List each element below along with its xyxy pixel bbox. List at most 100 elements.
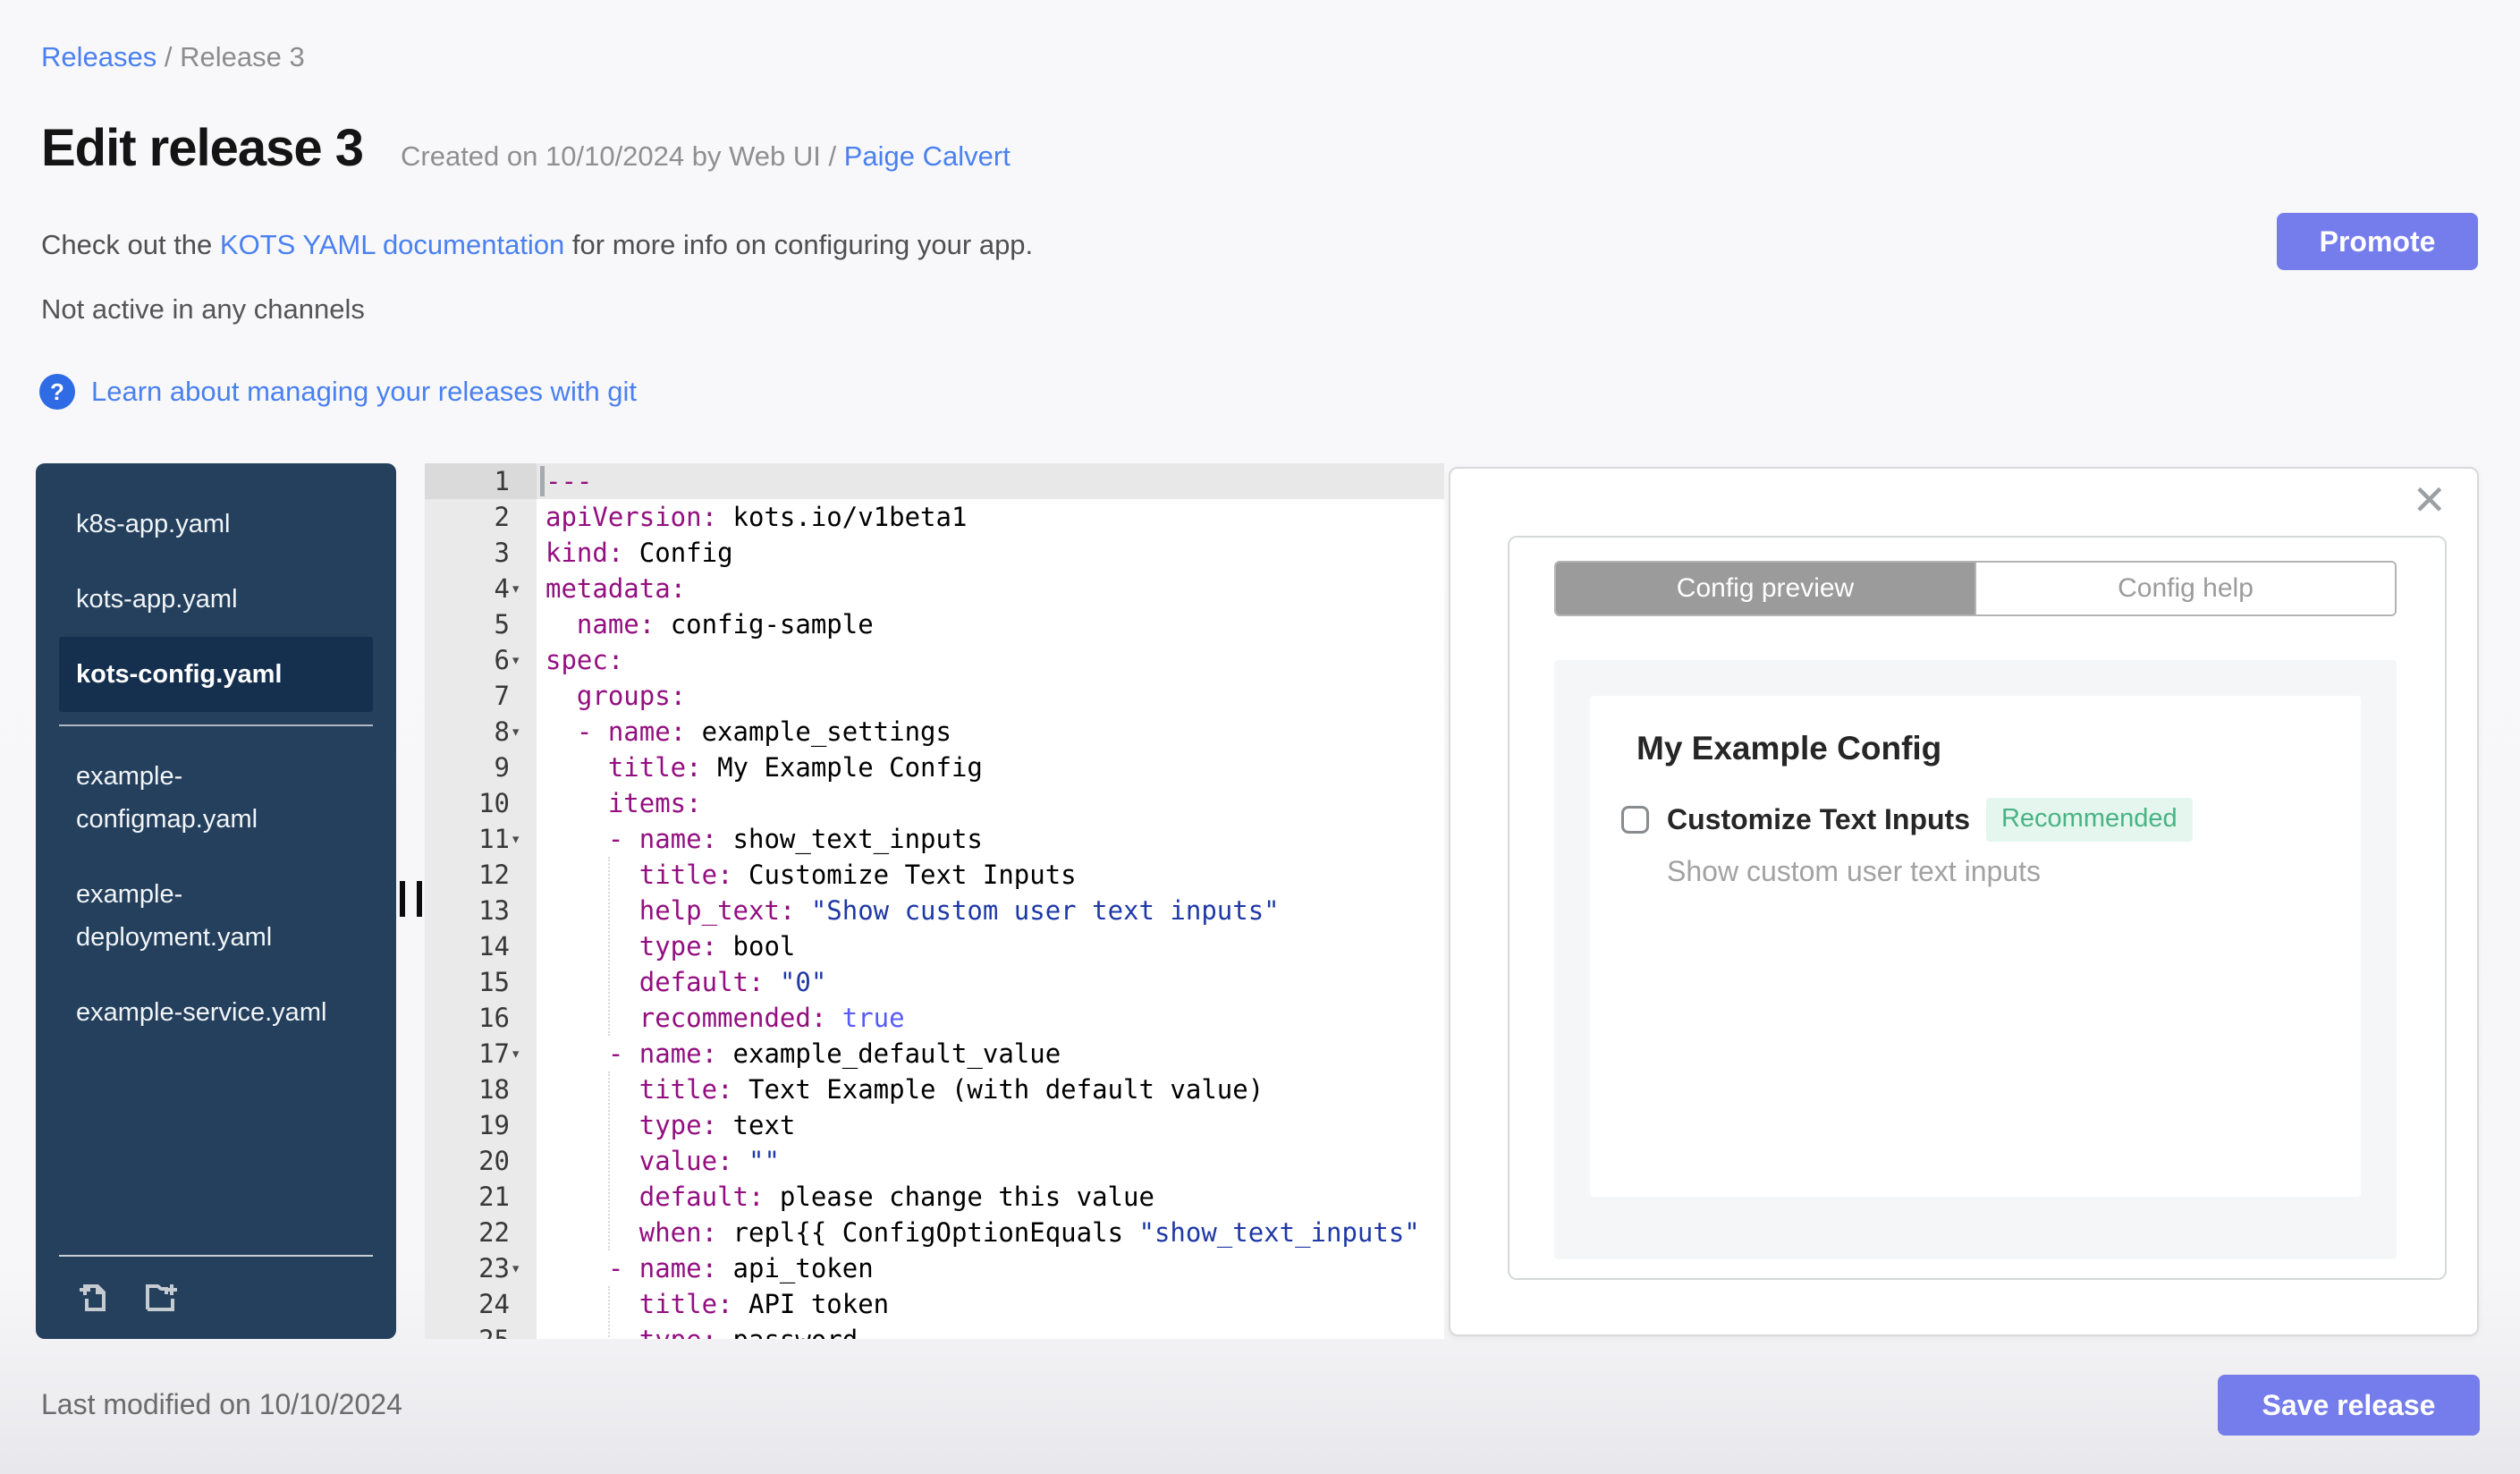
- file-list: k8s-app.yaml kots-app.yaml kots-config.yam…: [36, 463, 396, 1050]
- tab-config-help[interactable]: Config help: [1975, 563, 2395, 614]
- file-label-line: kots-config.yaml: [76, 660, 283, 689]
- handle-bar: [417, 881, 422, 917]
- code-line-19: 19 type: text: [425, 1107, 1444, 1143]
- sidebar-file-kots-app.yaml[interactable]: kots-app.yaml: [59, 562, 373, 637]
- code-line-24: 24 title: API token: [425, 1286, 1444, 1322]
- code-line-16: 16 recommended: true: [425, 1000, 1444, 1036]
- docs-line: Check out the KOTS YAML documentation fo…: [41, 229, 1033, 261]
- config-item-help-text: Show custom user text inputs: [1667, 855, 2041, 887]
- code-text: groups:: [576, 681, 687, 711]
- code-text: title: API token: [638, 1289, 890, 1319]
- code-text: - name: show_text_inputs: [607, 824, 983, 854]
- sidebar-file-example-deployment.yaml[interactable]: example-deployment.yaml: [59, 857, 373, 975]
- code-text: help_text: "Show custom user text inputs…: [638, 895, 1280, 926]
- line-number: 10: [425, 785, 537, 821]
- line-number: 23 ▾: [425, 1250, 537, 1286]
- code-text: - name: api_token: [607, 1253, 874, 1283]
- release-editor: k8s-app.yaml kots-app.yaml kots-config.yam…: [36, 463, 2479, 1339]
- new-file-icon[interactable]: [72, 1275, 114, 1317]
- channel-status: Not active in any channels: [41, 293, 365, 325]
- line-number: 11 ▾: [425, 821, 537, 857]
- code-line-18: 18 title: Text Example (with default val…: [425, 1072, 1444, 1107]
- code-text: - name: example_default_value: [607, 1038, 1061, 1069]
- indent-guide: [608, 1286, 610, 1339]
- line-number: 15: [425, 964, 537, 1000]
- fold-arrow-icon[interactable]: ▾: [511, 642, 520, 678]
- code-text: title: Text Example (with default value): [638, 1074, 1264, 1105]
- sidebar-file-kots-config.yaml[interactable]: kots-config.yaml: [59, 637, 373, 712]
- customize-text-inputs-checkbox[interactable]: [1621, 806, 1649, 834]
- file-label-line: example-: [76, 762, 183, 791]
- file-label-line: configmap.yaml: [76, 805, 258, 834]
- code-line-20: 20 value: "": [425, 1143, 1444, 1179]
- code-line-13: 13 help_text: "Show custom user text inp…: [425, 893, 1444, 928]
- title-row: Edit release 3 Created on 10/10/2024 by …: [41, 118, 1011, 178]
- line-number: 5: [425, 606, 537, 642]
- tab-config-preview[interactable]: Config preview: [1556, 563, 1975, 614]
- new-folder-icon[interactable]: [140, 1275, 182, 1317]
- edit-release-page: Releases / Release 3 Edit release 3 Crea…: [0, 0, 2520, 1474]
- created-by-link[interactable]: Paige Calvert: [844, 140, 1011, 172]
- fold-arrow-icon[interactable]: ▾: [511, 714, 520, 750]
- handle-bar: [400, 881, 405, 917]
- yaml-code-editor[interactable]: 1 --- 2 apiVersion: kots.io/v1beta1 3 kind: C…: [425, 463, 1444, 1339]
- code-line-21: 21 default: please change this value: [425, 1179, 1444, 1215]
- config-content-card: My Example Config Customize Text Inputs …: [1590, 696, 2361, 1197]
- line-number: 8 ▾: [425, 714, 537, 750]
- breadcrumb-current: Release 3: [180, 41, 305, 72]
- file-list-divider: [59, 724, 373, 726]
- save-release-button[interactable]: Save release: [2218, 1375, 2480, 1436]
- page-title: Edit release 3: [41, 119, 364, 177]
- line-number: 1: [425, 463, 537, 499]
- fold-arrow-icon[interactable]: ▾: [511, 1250, 520, 1286]
- line-number: 17 ▾: [425, 1036, 537, 1072]
- line-number: 18: [425, 1072, 537, 1107]
- config-preview-panel: ✕ Config preview Config help My Example C…: [1449, 467, 2479, 1336]
- code-line-25: 25 type: password: [425, 1322, 1444, 1339]
- docs-suffix: for more info on configuring your app.: [564, 229, 1034, 260]
- breadcrumb-releases-link[interactable]: Releases: [41, 41, 156, 72]
- file-label-line: example-service.yaml: [76, 998, 327, 1027]
- fold-arrow-icon[interactable]: ▾: [511, 821, 520, 857]
- code-text: ---: [537, 463, 1444, 499]
- recommended-badge: Recommended: [1985, 798, 2193, 842]
- code-line-4: 4 ▾ metadata:: [425, 571, 1444, 606]
- resize-handle-left[interactable]: [400, 881, 422, 917]
- config-item-row: Customize Text Inputs Recommended: [1621, 798, 2193, 842]
- code-text: default: please change this value: [638, 1182, 1154, 1212]
- git-releases-link[interactable]: Learn about managing your releases with …: [91, 376, 637, 408]
- config-group-title: My Example Config: [1636, 730, 1942, 767]
- code-text: recommended: true: [638, 1003, 905, 1033]
- code-line-8: 8 ▾ - name: example_settings: [425, 714, 1444, 750]
- sidebar-file-example-service.yaml[interactable]: example-service.yaml: [59, 975, 373, 1050]
- code-text: - name: example_settings: [576, 716, 951, 747]
- code-line-15: 15 default: "0": [425, 964, 1444, 1000]
- fold-arrow-icon[interactable]: ▾: [511, 571, 520, 606]
- sidebar-file-k8s-app.yaml[interactable]: k8s-app.yaml: [59, 487, 373, 562]
- line-number: 14: [425, 928, 537, 964]
- kots-yaml-docs-link[interactable]: KOTS YAML documentation: [220, 229, 564, 260]
- line-number: 20: [425, 1143, 537, 1179]
- code-text: type: text: [638, 1110, 796, 1140]
- promote-button[interactable]: Promote: [2277, 213, 2478, 270]
- preview-card: Config preview Config help My Example Con…: [1508, 536, 2447, 1280]
- indent-guide: [608, 1072, 610, 1250]
- help-icon[interactable]: ?: [39, 374, 75, 410]
- code-text: spec:: [545, 645, 624, 675]
- code-text: name: config-sample: [576, 609, 874, 640]
- line-number: 21: [425, 1179, 537, 1215]
- code-text: metadata:: [545, 573, 687, 604]
- sidebar-file-example-configmap.yaml[interactable]: example-configmap.yaml: [59, 739, 373, 857]
- file-label-line: kots-app.yaml: [76, 585, 238, 614]
- close-icon[interactable]: ✕: [2412, 479, 2447, 521]
- code-line-3: 3 kind: Config: [425, 535, 1444, 571]
- fold-arrow-icon[interactable]: ▾: [511, 1036, 520, 1072]
- line-number: 4 ▾: [425, 571, 537, 606]
- breadcrumb-separator: /: [156, 41, 181, 72]
- code-line-2: 2 apiVersion: kots.io/v1beta1: [425, 499, 1444, 535]
- file-label-line: example-: [76, 880, 183, 909]
- indent-guide: [608, 857, 610, 1036]
- line-number: 12: [425, 857, 537, 893]
- code-line-14: 14 type: bool: [425, 928, 1444, 964]
- code-line-23: 23 ▾ - name: api_token: [425, 1250, 1444, 1286]
